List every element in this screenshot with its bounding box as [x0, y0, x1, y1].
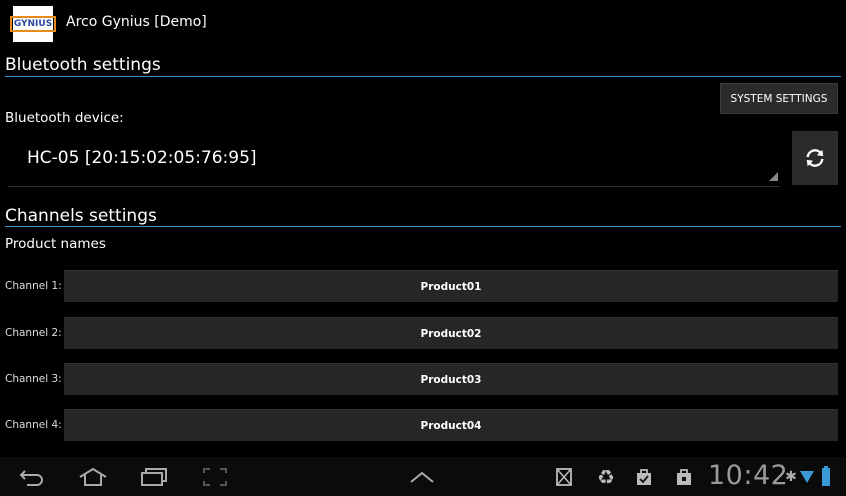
shopping-bag-check-icon [634, 466, 654, 488]
channel-1-product-input[interactable]: Product01 [64, 270, 838, 302]
back-icon[interactable] [18, 466, 46, 488]
system-navigation-bar: ♻ 10:42 ✱ [0, 457, 846, 496]
channel-2-product-input[interactable]: Product02 [64, 317, 838, 349]
channel-2-label: Channel 2: [5, 327, 62, 339]
chevron-up-icon[interactable] [408, 469, 436, 485]
channel-1-label: Channel 1: [5, 280, 62, 292]
refresh-icon [806, 149, 824, 167]
bluetooth-device-spinner[interactable]: HC-05 [20:15:02:05:76:95] [8, 136, 780, 187]
bluetooth-icon: ✱ [785, 469, 797, 485]
channel-3-label: Channel 3: [5, 373, 62, 385]
bluetooth-section-title: Bluetooth settings [5, 55, 161, 75]
status-clock: 10:42 [708, 460, 789, 491]
system-settings-button[interactable]: SYSTEM SETTINGS [720, 83, 838, 114]
channel-4-product-input[interactable]: Product04 [64, 409, 838, 441]
dropdown-arrow-icon [769, 172, 778, 181]
app-logo: GYNIUS [9, 6, 57, 42]
bluetooth-device-label: Bluetooth device: [5, 110, 124, 126]
screenshot-icon[interactable] [202, 466, 228, 488]
home-icon[interactable] [78, 466, 108, 488]
app-title: Arco Gynius [Demo] [66, 14, 207, 30]
no-sim-icon [553, 467, 575, 487]
app-logo-text: GYNIUS [9, 16, 57, 32]
recycle-icon: ♻ [597, 465, 615, 489]
recent-apps-icon[interactable] [140, 466, 168, 488]
wifi-icon [798, 467, 816, 487]
section-divider [5, 226, 841, 227]
section-divider [5, 76, 841, 77]
battery-icon [820, 465, 832, 487]
channel-3-product-input[interactable]: Product03 [64, 363, 838, 395]
refresh-button[interactable] [792, 131, 838, 185]
shopping-bag-icon [674, 466, 694, 488]
channel-4-label: Channel 4: [5, 419, 62, 431]
bluetooth-device-value: HC-05 [20:15:02:05:76:95] [27, 148, 257, 168]
channels-section-title: Channels settings [5, 206, 157, 226]
product-names-label: Product names [5, 236, 106, 252]
